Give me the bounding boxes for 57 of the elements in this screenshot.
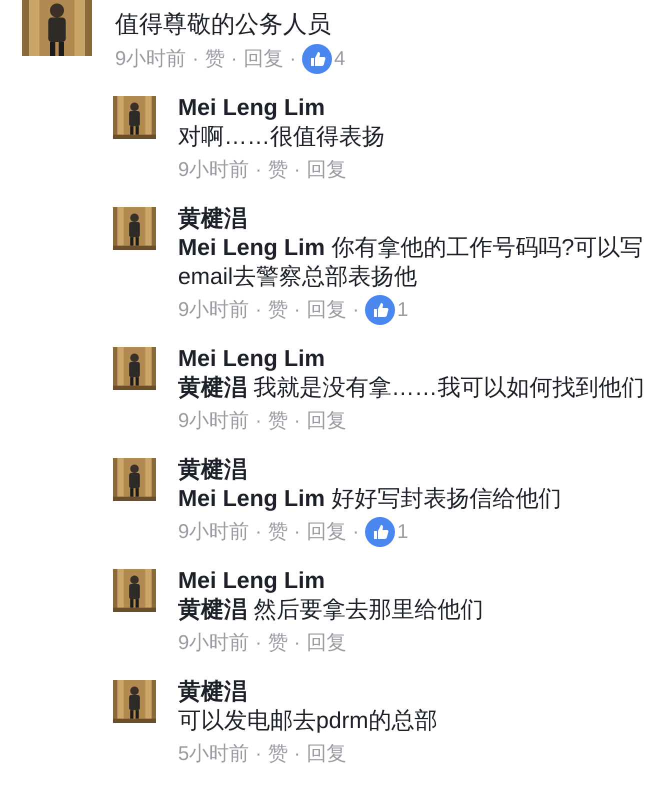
reply-text: 对啊……很值得表扬: [178, 122, 386, 151]
like-link[interactable]: 赞: [204, 44, 225, 74]
like-link[interactable]: 赞: [268, 155, 288, 185]
author-name[interactable]: 黄楗淐: [178, 676, 648, 706]
reply-link[interactable]: 回复: [306, 517, 346, 547]
author-name[interactable]: Mei Leng Lim: [178, 92, 648, 122]
reaction-count: 1: [397, 520, 408, 545]
author-name[interactable]: Mei Leng Lim: [178, 565, 648, 595]
timestamp: 9小时前: [178, 409, 250, 434]
timestamp: 9小时前: [178, 631, 250, 656]
timestamp: 9小时前: [115, 47, 186, 72]
separator: ·: [352, 298, 360, 323]
separator: ·: [192, 47, 199, 72]
reply-text: 黄楗淐 我就是没有拿……我可以如何找到他们: [178, 373, 646, 402]
timestamp: 9小时前: [178, 298, 250, 323]
reply-link[interactable]: 回复: [306, 295, 346, 325]
separator: ·: [294, 158, 300, 183]
reply-link[interactable]: 回复: [243, 44, 284, 74]
like-link[interactable]: 赞: [268, 295, 288, 325]
separator: ·: [294, 742, 300, 767]
separator: ·: [289, 47, 296, 72]
separator: ·: [352, 520, 360, 545]
reaction-count: 4: [334, 47, 346, 72]
separator: ·: [294, 298, 300, 323]
separator: ·: [255, 298, 262, 323]
separator: ·: [255, 158, 262, 183]
separator: ·: [255, 520, 262, 545]
timestamp: 9小时前: [178, 520, 250, 545]
author-name[interactable]: Mei Leng Lim: [178, 343, 648, 373]
like-link[interactable]: 赞: [268, 517, 288, 547]
separator: ·: [255, 742, 262, 767]
separator: ·: [294, 409, 300, 434]
like-link[interactable]: 赞: [268, 406, 288, 436]
thumbs-up-icon: [365, 295, 396, 325]
thumbs-up-icon: [365, 517, 396, 547]
separator: ·: [255, 409, 262, 434]
author-name[interactable]: 黄楗淐: [178, 203, 648, 233]
reply-link[interactable]: 回复: [306, 739, 346, 769]
separator: ·: [294, 631, 300, 656]
separator: ·: [255, 631, 262, 656]
thumbs-up-icon: [302, 44, 332, 74]
reply-text: Mei Leng Lim 好好写封表扬信给他们: [178, 484, 562, 513]
separator: ·: [230, 47, 238, 72]
reply-text: 黄楗淐 然后要拿去那里给他们: [178, 595, 484, 624]
author-name[interactable]: 黄楗淐: [178, 454, 648, 484]
reply-text: Mei Leng Lim 你有拿他的工作号码吗?可以写email去警察总部表扬他: [178, 233, 644, 291]
timestamp: 9小时前: [178, 158, 250, 183]
reply-link[interactable]: 回复: [306, 155, 346, 185]
reply-link[interactable]: 回复: [306, 406, 346, 436]
separator: ·: [294, 520, 300, 545]
reaction-count: 1: [397, 298, 408, 323]
reply-text: 可以发电邮去pdrm的总部: [178, 706, 438, 735]
timestamp: 5小时前: [178, 742, 250, 767]
reply-link[interactable]: 回复: [306, 628, 346, 658]
like-link[interactable]: 赞: [268, 628, 288, 658]
like-link[interactable]: 赞: [268, 739, 288, 769]
comment-text: 值得尊敬的公务人员: [115, 10, 332, 40]
